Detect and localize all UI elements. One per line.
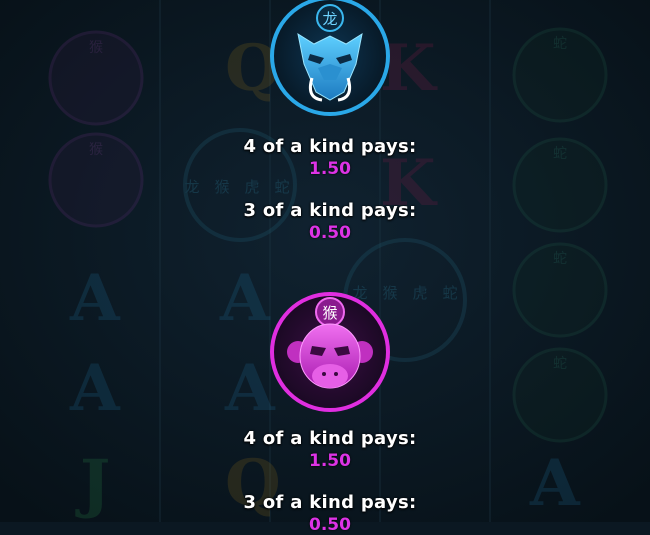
dragon-badge-glyph: 龙 bbox=[322, 10, 337, 28]
pay-value: 0.50 bbox=[309, 515, 351, 535]
paytable: 龙 4 of a kind pays: 1.50 3 of a kind pay… bbox=[0, 0, 650, 535]
pay-value: 0.50 bbox=[309, 223, 351, 243]
pay-line-3-of-a-kind: 3 of a kind pays: 0.50 bbox=[0, 492, 650, 535]
dragon-symbol-icon: 龙 bbox=[270, 0, 390, 116]
pay-label: 4 of a kind pays: bbox=[243, 428, 417, 449]
pay-line-4-of-a-kind: 4 of a kind pays: 1.50 bbox=[0, 428, 650, 471]
pay-label: 3 of a kind pays: bbox=[243, 200, 417, 221]
pay-label: 4 of a kind pays: bbox=[243, 136, 417, 157]
monkey-symbol-icon: 猴 bbox=[270, 292, 390, 412]
pay-label: 3 of a kind pays: bbox=[243, 492, 417, 513]
pay-line-3-of-a-kind: 3 of a kind pays: 0.50 bbox=[0, 200, 650, 243]
pay-value: 1.50 bbox=[309, 451, 351, 471]
pay-line-4-of-a-kind: 4 of a kind pays: 1.50 bbox=[0, 136, 650, 179]
monkey-badge-glyph: 猴 bbox=[322, 304, 337, 322]
pay-value: 1.50 bbox=[309, 159, 351, 179]
